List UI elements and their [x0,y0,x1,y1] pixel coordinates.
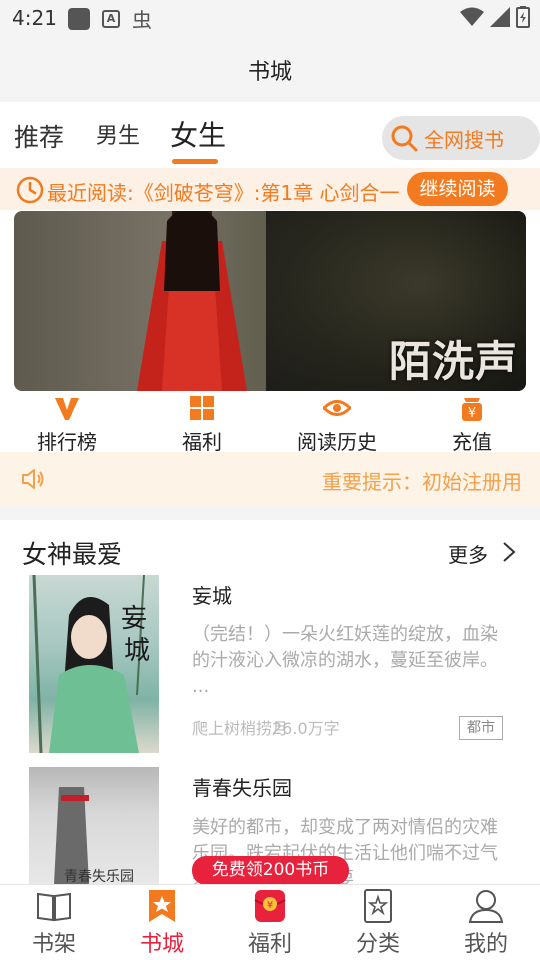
svg-text:城: 城 [124,636,150,666]
nav-welfare-label: 福利 [247,932,292,957]
font-notification-icon: A [102,10,120,28]
app-header: 书城 [0,36,540,102]
book-genre-tag: 都市 [459,716,503,740]
continue-reading-button[interactable]: 继续阅读 [407,172,508,206]
nav-category-label: 分类 [355,932,400,957]
svg-text:¥: ¥ [468,406,476,421]
status-right [460,6,530,28]
promo-button[interactable]: 免费领200书币 [192,856,349,885]
nav-profile[interactable]: 我的 [436,888,536,958]
banner-figure-image [137,211,247,391]
chevron-right-icon[interactable] [500,541,518,563]
nav-bookshelf-label: 书架 [31,932,76,957]
tab-female[interactable]: 女生 [170,114,226,154]
menu-recharge[interactable]: ¥ 充值 [417,394,527,454]
nav-bookstore-label: 书城 [139,932,184,957]
nav-welfare[interactable]: ¥ 福利 [220,888,320,958]
status-time: 4:21 [12,6,57,30]
battery-icon [516,6,530,28]
section-divider [0,506,540,520]
user-icon [468,890,504,923]
menu-welfare[interactable]: 福利 [147,394,257,454]
v-rank-icon [55,398,79,420]
nav-profile-label: 我的 [463,932,508,957]
svg-text:妄: 妄 [121,604,147,634]
menu-history-label: 阅读历史 [297,430,377,454]
yen-bag-icon: ¥ [462,398,482,421]
clock-icon [16,176,44,204]
menu-welfare-label: 福利 [182,430,222,454]
book-title: 青春失乐园 [192,776,292,800]
bookmark-star-icon [149,890,175,922]
search-icon [391,125,418,152]
eye-icon [323,400,351,416]
search-label: 全网搜书 [424,128,504,152]
status-bar: 4:21 A 虫 [0,0,540,36]
book-cover-art: 妄 城 [32,575,150,753]
nav-bookshelf[interactable]: 书架 [4,888,104,958]
nav-category[interactable]: 分类 [328,888,428,958]
section-title: 女神最爱 [22,540,123,569]
hero-banner[interactable]: 陌洗声 [14,211,526,391]
more-link[interactable]: 更多 [448,539,488,568]
svg-text:¥: ¥ [267,900,273,911]
active-tab-indicator [172,159,218,164]
book-cover-art: 青春失乐园 [54,787,134,884]
menu-recharge-label: 充值 [452,430,492,454]
signal-icon [490,7,510,27]
menu-ranking-label: 排行榜 [37,430,97,454]
menu-ranking[interactable]: 排行榜 [12,394,122,454]
recent-reading-text: 最近阅读:《剑破苍穹》:第1章 心剑合一 [47,181,400,205]
page-title: 书城 [247,60,292,85]
red-packet-icon: ¥ [254,890,286,922]
category-icon [364,889,392,923]
book-title: 妄城 [192,584,232,608]
book-word-count: 26.0万字 [272,719,340,738]
book-icon [37,892,71,922]
tab-recommend[interactable]: 推荐 [14,118,64,154]
book-cover: 青春失乐园 [29,767,159,884]
book-cover: 妄 城 [29,575,159,753]
banner-title: 陌洗声 [388,337,518,386]
app-notification-icon [68,8,90,30]
bug-icon: 虫 [132,8,152,32]
menu-history[interactable]: 阅读历史 [282,394,392,454]
cover-title-text: 青春失乐园 [64,869,134,884]
notice-text: 重要提示：初始注册用 [322,470,522,494]
book-description: （完结！）一朵火红妖莲的绽放，血染的汁液沁入微凉的湖水，蔓延至彼岸。 ... [192,624,498,697]
nav-bookstore[interactable]: 书城 [112,888,212,958]
tab-male[interactable]: 男生 [96,118,140,150]
wifi-icon [460,7,484,26]
grid-icon [190,396,214,420]
speaker-icon [22,469,44,489]
